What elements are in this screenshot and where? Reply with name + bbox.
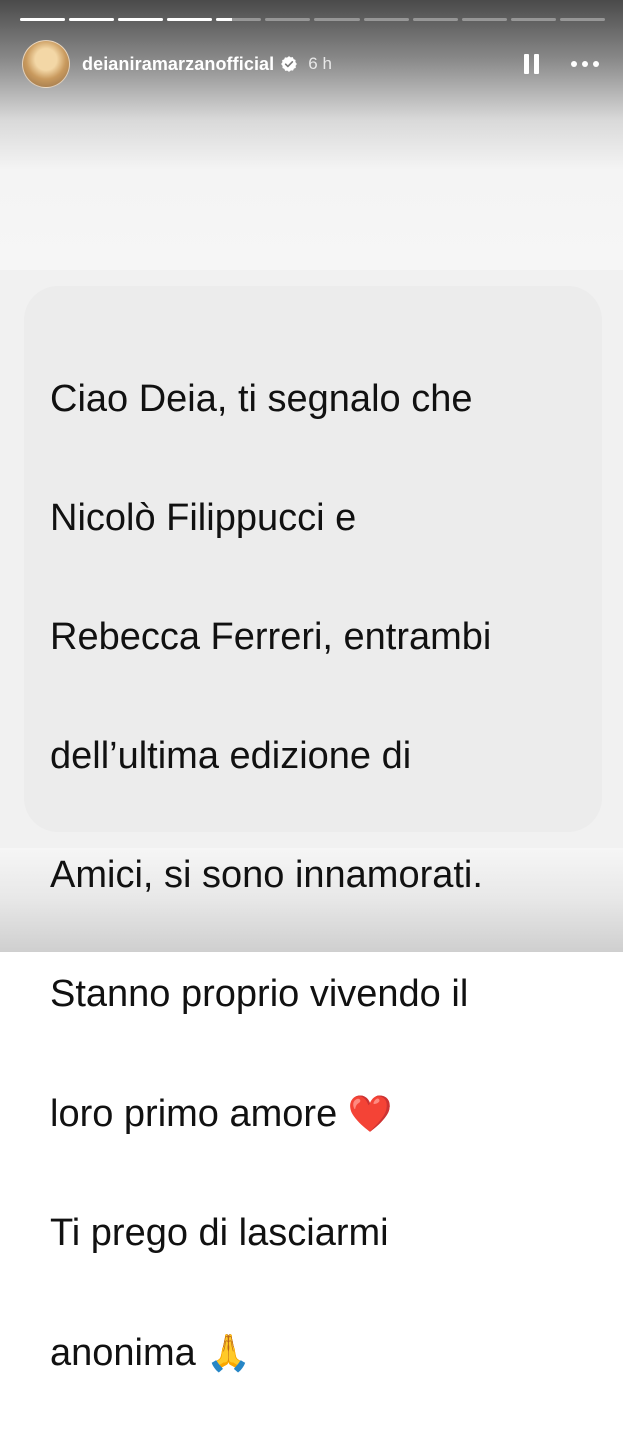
time-ago: 6 h xyxy=(308,54,332,73)
progress-segment xyxy=(20,18,66,21)
message-line: Ciao Deia, ti segnalo che xyxy=(50,377,473,420)
progress-segment-fill xyxy=(20,18,66,21)
progress-segment-fill xyxy=(167,18,213,21)
progress-segment-fill xyxy=(118,18,164,21)
message-line: Amici, si sono innamorati. xyxy=(50,853,483,896)
praying-hands-emoji: 🙏 xyxy=(206,1331,252,1373)
message-line: anonima 🙏 xyxy=(50,1323,590,1384)
avatar[interactable] xyxy=(22,40,70,88)
progress-segment xyxy=(118,18,164,21)
progress-segment xyxy=(363,18,409,21)
story-viewer: deianiramarzanofficial 6 h Ciao Deia, ti… xyxy=(0,0,623,1374)
message-text: Ciao Deia, ti segnalo che Nicolò Filippu… xyxy=(50,310,590,1443)
progress-segment-fill xyxy=(216,18,233,21)
progress-segment xyxy=(314,18,360,21)
progress-segment xyxy=(216,18,262,21)
progress-segment xyxy=(69,18,115,21)
progress-segment xyxy=(559,18,605,21)
progress-segment xyxy=(461,18,507,21)
message-line: Ti prego di lasciarmi xyxy=(50,1211,389,1254)
message-line-text: loro primo amore xyxy=(50,1092,338,1135)
more-icon[interactable] xyxy=(568,52,602,76)
username[interactable]: deianiramarzanofficial xyxy=(82,54,274,75)
pause-icon[interactable] xyxy=(520,52,542,76)
message-line: Rebecca Ferreri, entrambi xyxy=(50,615,492,658)
progress-segment-fill xyxy=(69,18,115,21)
progress-segment xyxy=(265,18,311,21)
message-line: Stanno proprio vivendo il xyxy=(50,972,469,1015)
progress-segment xyxy=(412,18,458,21)
story-progress-bar xyxy=(20,18,605,22)
heart-emoji: ❤️ xyxy=(347,1092,393,1134)
message-line: loro primo amore ❤️ xyxy=(50,1084,590,1145)
progress-segment xyxy=(510,18,556,21)
message-line-text: anonima xyxy=(50,1331,196,1374)
message-line: dell’ultima edizione di xyxy=(50,734,412,777)
story-header: deianiramarzanofficial 6 h xyxy=(22,40,602,88)
verified-icon xyxy=(281,56,298,72)
message-line: Nicolò Filippucci e xyxy=(50,496,357,539)
progress-segment xyxy=(167,18,213,21)
